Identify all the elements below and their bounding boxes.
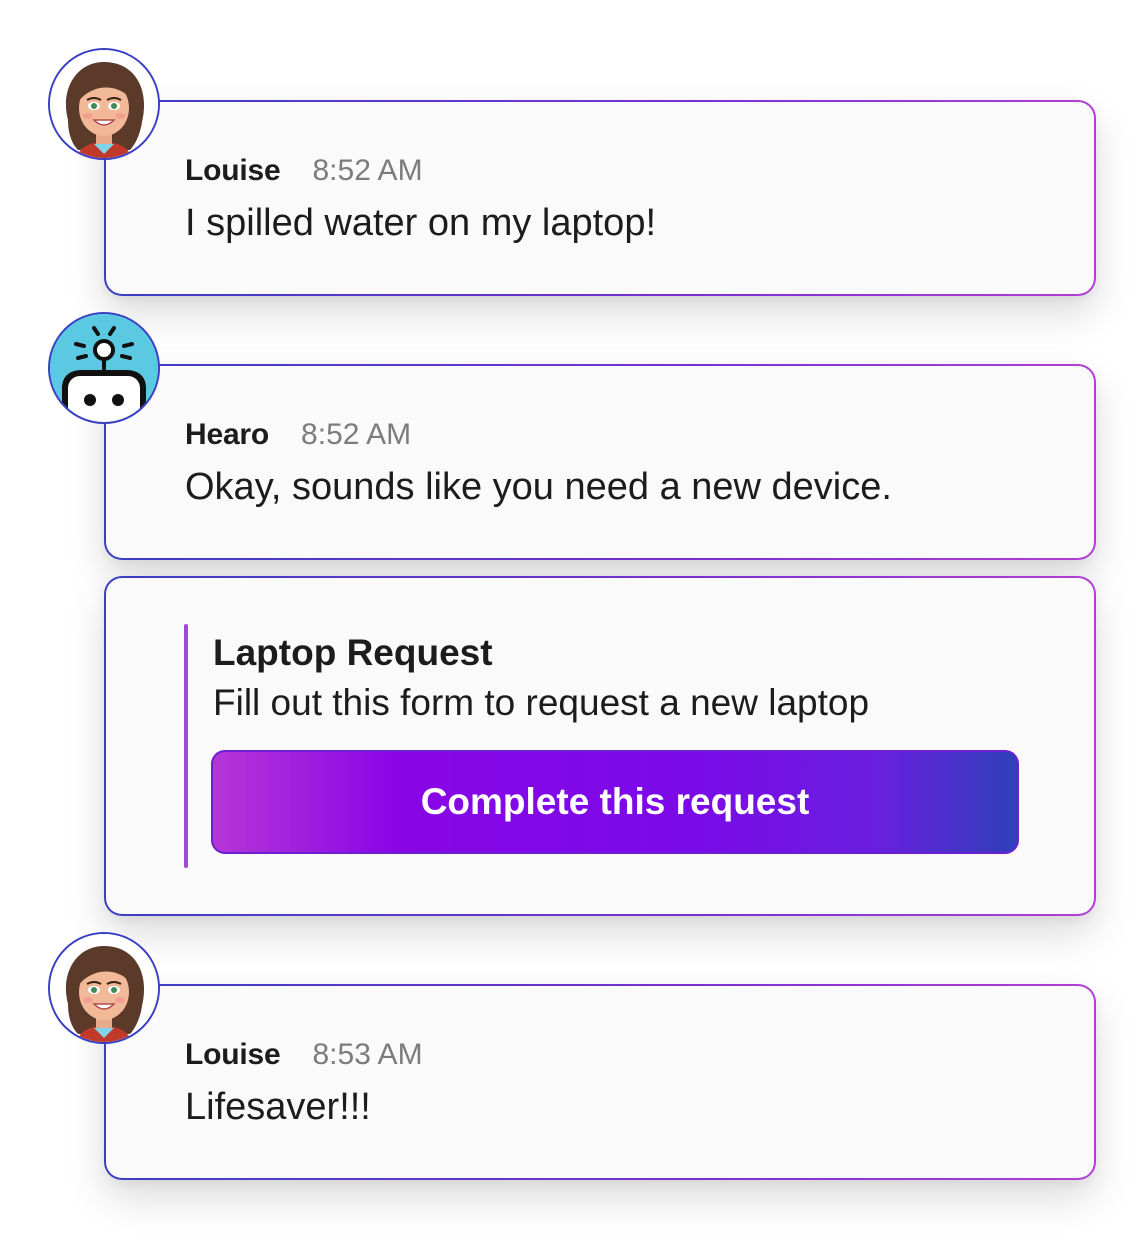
message-timestamp[interactable]: 8:52 AM xyxy=(312,154,422,188)
message-timestamp[interactable]: 8:53 AM xyxy=(312,1038,422,1072)
robot-avatar-icon[interactable] xyxy=(48,312,160,424)
attachment-description: Fill out this form to request a new lapt… xyxy=(213,682,870,723)
sender-name[interactable]: Louise xyxy=(185,154,281,188)
sender-name[interactable]: Hearo xyxy=(185,418,269,452)
complete-request-button[interactable]: Complete this request xyxy=(211,750,1019,854)
attachment-card: Laptop Request Fill out this form to req… xyxy=(104,576,1096,916)
message-card-1: Louise 8:52 AM I spilled water on my lap… xyxy=(104,100,1096,296)
message-header: Hearo 8:52 AM xyxy=(185,418,411,452)
sender-name[interactable]: Louise xyxy=(185,1038,281,1072)
message-text: Okay, sounds like you need a new device. xyxy=(185,466,892,508)
attachment-accent-bar xyxy=(184,624,188,868)
attachment-title: Laptop Request xyxy=(213,632,493,673)
message-header: Louise 8:53 AM xyxy=(185,1038,423,1072)
message-timestamp[interactable]: 8:52 AM xyxy=(301,418,411,452)
message-header: Louise 8:52 AM xyxy=(185,154,423,188)
message-text: Lifesaver!!! xyxy=(185,1086,371,1128)
woman-avatar-icon[interactable] xyxy=(48,932,160,1044)
message-text: I spilled water on my laptop! xyxy=(185,202,657,244)
woman-avatar-icon[interactable] xyxy=(48,48,160,160)
message-card-3: Louise 8:53 AM Lifesaver!!! xyxy=(104,984,1096,1180)
message-card-2: Hearo 8:52 AM Okay, sounds like you need… xyxy=(104,364,1096,560)
